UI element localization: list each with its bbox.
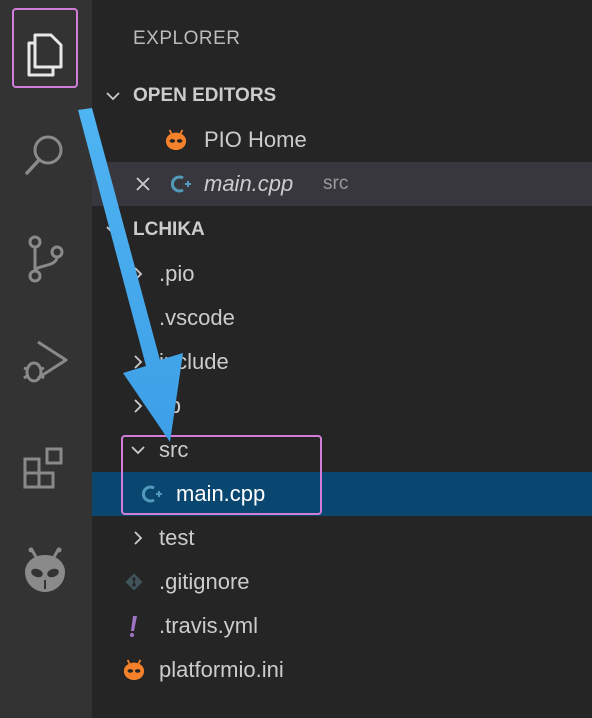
chevron-down-icon [106,92,120,101]
tree-label: platformio.ini [159,657,284,682]
tree-label: .travis.yml [159,613,258,638]
source-control-icon[interactable] [14,228,76,290]
tree-label: .pio [159,261,195,286]
chevron-right-icon [134,531,143,545]
tree-file-selected[interactable]: main.cpp [92,472,592,516]
tree-file[interactable]: .gitignore [92,560,592,604]
explorer-sidebar: EXPLORER OPEN EDITORS PIO Home main.cpp … [92,0,592,718]
platformio-icon [123,659,145,681]
tree-folder[interactable]: test [92,516,592,560]
open-editor-label: main.cpp [204,171,294,196]
tree-label: test [159,525,195,550]
chevron-down-icon [106,226,120,235]
cpp-file-icon [170,173,192,195]
open-editor-item[interactable]: main.cpp src [92,162,592,206]
open-editor-item[interactable]: PIO Home [92,118,592,162]
tree-file[interactable]: platformio.ini [92,648,592,692]
tree-label: .gitignore [159,569,250,594]
tree-label: src [159,437,189,462]
git-icon [123,571,145,593]
search-icon[interactable] [14,124,76,186]
project-section[interactable]: LCHIKA [92,210,592,250]
project-label: LCHIKA [133,219,205,240]
explorer-title: EXPLORER [133,28,241,49]
platformio-icon[interactable] [14,540,76,602]
chevron-right-icon [134,399,143,413]
close-icon[interactable] [135,176,151,192]
files-icon[interactable] [14,24,76,86]
tree-label: lib [159,393,182,418]
exclamation-icon [123,615,145,637]
open-editors-label: OPEN EDITORS [133,85,277,106]
run-debug-icon[interactable] [14,330,76,392]
open-editors-section[interactable]: OPEN EDITORS [92,76,592,116]
cpp-file-icon [141,483,163,505]
tree-file[interactable]: .travis.yml [92,604,592,648]
tree-label: include [159,349,229,374]
chevron-right-icon [134,311,143,325]
chevron-right-icon [134,267,143,281]
chevron-down-icon [131,446,145,455]
chevron-right-icon [134,355,143,369]
tree-folder[interactable]: include [92,340,592,384]
tree-folder[interactable]: lib [92,384,592,428]
open-editor-desc: src [323,173,349,194]
open-editor-label: PIO Home [204,127,307,152]
tree-label: main.cpp [176,481,266,506]
extensions-icon[interactable] [14,436,76,498]
tree-folder-src[interactable]: src [92,428,592,472]
activity-bar [0,0,92,718]
tree-label: .vscode [159,305,235,330]
platformio-icon [165,129,187,151]
tree-folder[interactable]: .vscode [92,296,592,340]
tree-folder[interactable]: .pio [92,252,592,296]
